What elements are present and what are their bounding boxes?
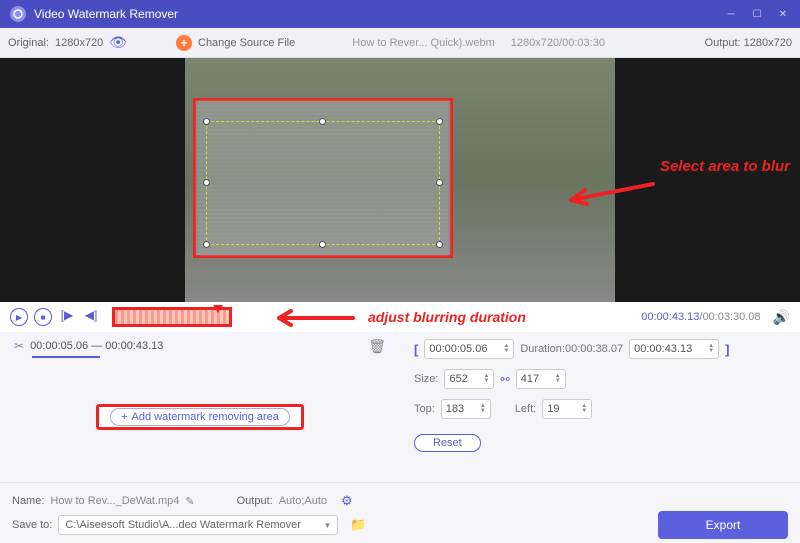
top-input[interactable]: 183▲▼: [441, 399, 491, 419]
trash-icon[interactable]: 🗑: [368, 338, 386, 355]
volume-icon[interactable]: 🔊: [773, 309, 790, 326]
stop-button[interactable]: ■: [34, 308, 52, 326]
output-format: Auto;Auto: [279, 495, 327, 507]
mark-out-button[interactable]: ◀]: [82, 308, 100, 322]
output-label: Output:: [705, 37, 741, 49]
left-input[interactable]: 19▲▼: [542, 399, 592, 419]
annotation-duration: adjust blurring duration: [368, 309, 526, 325]
resize-handle[interactable]: [319, 118, 326, 125]
output-resolution: 1280x720: [744, 37, 792, 49]
app-logo-icon: [10, 6, 26, 22]
annotation-arrow-icon: [565, 178, 655, 213]
annotation-arrow-icon: [275, 308, 355, 331]
minimize-button[interactable]: ─: [724, 7, 738, 21]
export-button[interactable]: Export: [658, 511, 788, 539]
output-name: How to Rev..._DeWat.mp4: [50, 495, 179, 507]
resize-handle[interactable]: [436, 118, 443, 125]
resize-handle[interactable]: [436, 179, 443, 186]
current-time: 00:00:43.13: [641, 311, 699, 323]
blur-selection-box[interactable]: [193, 98, 453, 258]
close-button[interactable]: ✕: [776, 7, 790, 21]
edit-name-icon[interactable]: ✎: [185, 495, 194, 508]
save-path-value: C:\Aiseesoft Studio\A...deo Watermark Re…: [65, 519, 301, 531]
resize-handle[interactable]: [203, 179, 210, 186]
original-label: Original:: [8, 37, 49, 49]
source-filename: How to Rever... Quick).webm: [352, 37, 494, 49]
scissors-icon: ✂: [14, 339, 24, 353]
plus-icon: +: [121, 411, 127, 423]
height-input[interactable]: 417▲▼: [516, 369, 566, 389]
reset-button[interactable]: Reset: [414, 434, 481, 452]
maximize-button[interactable]: ☐: [750, 7, 764, 21]
bracket-end-icon[interactable]: ]: [725, 342, 729, 357]
resize-handle[interactable]: [203, 118, 210, 125]
duration-label: Duration:00:00:38.07: [520, 343, 623, 355]
mark-in-button[interactable]: [▶: [58, 308, 76, 322]
left-label: Left:: [515, 403, 536, 415]
output-fmt-label: Output:: [237, 495, 273, 507]
name-label: Name:: [12, 495, 44, 507]
size-label: Size:: [414, 373, 438, 385]
segment-range: 00:00:05.06 — 00:00:43.13: [30, 340, 368, 352]
source-res-duration: 1280x720/00:03:30: [511, 37, 605, 49]
resize-handle[interactable]: [319, 241, 326, 248]
save-path-select[interactable]: C:\Aiseesoft Studio\A...deo Watermark Re…: [58, 515, 338, 535]
bracket-start-icon[interactable]: [: [414, 342, 418, 357]
gear-icon[interactable]: ⚙: [341, 493, 353, 509]
annotation-select-area: Select area to blur: [660, 158, 790, 175]
end-time-input[interactable]: 00:00:43.13▲▼: [629, 339, 719, 359]
top-label: Top:: [414, 403, 435, 415]
total-time: 00:03:30.08: [702, 311, 760, 323]
change-source-label: Change Source File: [198, 37, 295, 49]
resize-handle[interactable]: [203, 241, 210, 248]
resize-handle[interactable]: [436, 241, 443, 248]
add-watermark-area-button[interactable]: + Add watermark removing area: [96, 404, 304, 430]
timeline-segment[interactable]: [112, 307, 232, 327]
start-time-input[interactable]: 00:00:05.06▲▼: [424, 339, 514, 359]
save-to-label: Save to:: [12, 519, 52, 531]
plus-icon: +: [176, 35, 192, 51]
eye-icon[interactable]: 👁: [109, 34, 127, 51]
folder-icon[interactable]: 📁: [350, 517, 366, 533]
video-preview[interactable]: Select area to blur: [0, 58, 800, 302]
width-input[interactable]: 652▲▼: [444, 369, 494, 389]
original-resolution: 1280x720: [55, 37, 103, 49]
link-icon[interactable]: ⚯: [500, 373, 509, 386]
play-button[interactable]: ▶: [10, 308, 28, 326]
segment-row[interactable]: ✂ 00:00:05.06 — 00:00:43.13 🗑: [8, 332, 392, 360]
change-source-button[interactable]: + Change Source File: [176, 35, 295, 51]
app-title: Video Watermark Remover: [34, 7, 724, 21]
add-area-label: Add watermark removing area: [132, 411, 279, 423]
